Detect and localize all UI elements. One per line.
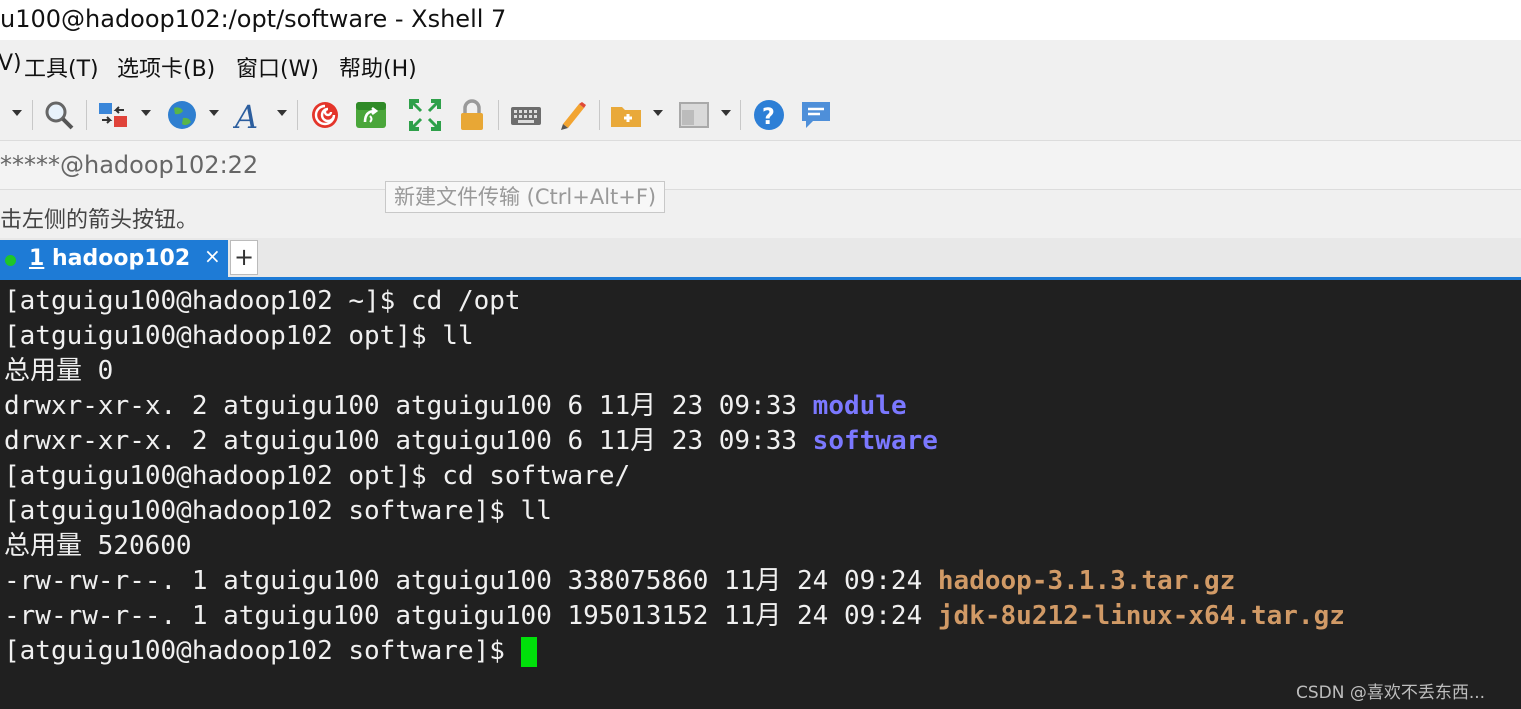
chat-icon[interactable] (799, 98, 833, 132)
svg-text:A: A (233, 98, 258, 132)
new-file-transfer-icon[interactable] (354, 98, 388, 132)
cursor (520, 636, 537, 667)
menu-bar: V) 工具(T) 选项卡(B) 窗口(W) 帮助(H) (0, 40, 1521, 90)
font-dropdown-icon[interactable] (277, 110, 287, 116)
keyboard-icon[interactable] (509, 98, 543, 132)
title-bar: u100@hadoop102:/opt/software - Xshell 7 (0, 0, 1521, 40)
prompt: [atguigu100@hadoop102 software]$ (4, 636, 521, 666)
toolbar-separator (599, 100, 600, 130)
tab-bar: 1 hadoop102 × + (0, 238, 1521, 280)
globe-dropdown-icon[interactable] (209, 110, 219, 116)
terminal-line: drwxr-xr-x. 2 atguigu100 atguigu100 6 11… (4, 389, 907, 424)
fullscreen-icon[interactable] (408, 98, 442, 132)
arrow-dropdown-icon[interactable] (12, 110, 22, 116)
terminal-line: [atguigu100@hadoop102 opt]$ ll (4, 321, 474, 351)
tab-hadoop102[interactable]: 1 hadoop102 × (0, 240, 228, 277)
find-icon[interactable] (42, 98, 76, 132)
terminal-line: [atguigu100@hadoop102 ~]$ cd /opt (4, 286, 521, 316)
toolbar-separator (498, 100, 499, 130)
terminal-line: [atguigu100@hadoop102 software]$ ll (4, 496, 552, 526)
add-tab-button[interactable]: + (230, 240, 258, 275)
session-address: *****@hadoop102:22 (0, 151, 259, 179)
terminal-line: -rw-rw-r--. 1 atguigu100 atguigu100 3380… (4, 564, 1235, 599)
file-info: -rw-rw-r--. 1 atguigu100 atguigu100 1950… (4, 601, 938, 631)
file-info: -rw-rw-r--. 1 atguigu100 atguigu100 3380… (4, 566, 938, 596)
menu-tabs[interactable]: 选项卡(B) (117, 51, 215, 83)
font-icon[interactable]: A (233, 98, 267, 132)
tab-title: hadoop102 (44, 246, 191, 271)
hint-bar: 击左侧的箭头按钮。 (0, 190, 1521, 238)
file-info: drwxr-xr-x. 2 atguigu100 atguigu100 6 11… (4, 391, 813, 421)
layout-icon[interactable] (677, 98, 711, 132)
terminal-prompt-line: [atguigu100@hadoop102 software]$ (4, 634, 537, 669)
hint-text: 击左侧的箭头按钮。 (0, 208, 199, 233)
tooltip: 新建文件传输 (Ctrl+Alt+F) (385, 181, 666, 213)
help-icon[interactable]: ? (752, 98, 786, 132)
terminal[interactable]: [atguigu100@hadoop102 ~]$ cd /opt [atgui… (0, 280, 1521, 709)
directory-name: software (812, 426, 938, 456)
highlight-pen-icon[interactable] (555, 98, 589, 132)
terminal-line: [atguigu100@hadoop102 opt]$ cd software/ (4, 461, 631, 491)
toolbar-separator (86, 100, 87, 130)
toolbar-separator (297, 100, 298, 130)
toolbar: A ? (0, 90, 1521, 247)
globe-icon[interactable] (165, 98, 199, 132)
watermark: CSDN @喜欢不丢东西... (1296, 683, 1486, 703)
menu-help[interactable]: 帮助(H) (339, 51, 417, 83)
directory-name: module (812, 391, 907, 421)
transfer-dropdown-icon[interactable] (141, 110, 151, 116)
close-icon[interactable]: × (204, 244, 221, 268)
terminal-line: -rw-rw-r--. 1 atguigu100 atguigu100 1950… (4, 599, 1345, 634)
window-title: u100@hadoop102:/opt/software - Xshell 7 (0, 5, 507, 33)
terminal-line: 总用量 0 (4, 356, 114, 386)
terminal-line: drwxr-xr-x. 2 atguigu100 atguigu100 6 11… (4, 424, 938, 459)
tab-label: 1 hadoop102 (29, 246, 190, 271)
menu-view[interactable]: V) (0, 51, 22, 76)
archive-name: hadoop-3.1.3.tar.gz (937, 566, 1236, 596)
address-bar[interactable]: *****@hadoop102:22 (0, 140, 1521, 190)
toolbar-separator (740, 100, 741, 130)
connected-status-icon (5, 255, 16, 266)
menu-window[interactable]: 窗口(W) (236, 51, 319, 83)
layout-dropdown-icon[interactable] (721, 110, 731, 116)
lock-icon[interactable] (455, 98, 489, 132)
svg-text:?: ? (762, 105, 775, 130)
folder-dropdown-icon[interactable] (653, 110, 663, 116)
menu-tools[interactable]: 工具(T) (24, 51, 99, 83)
xftp-swirl-icon[interactable] (308, 98, 342, 132)
toolbar-separator (32, 100, 33, 130)
transfer-icon[interactable] (96, 98, 130, 132)
file-info: drwxr-xr-x. 2 atguigu100 atguigu100 6 11… (4, 426, 813, 456)
tab-number: 1 (29, 246, 45, 271)
archive-name: jdk-8u212-linux-x64.tar.gz (937, 601, 1345, 631)
terminal-line: 总用量 520600 (4, 531, 192, 561)
new-folder-icon[interactable] (609, 98, 643, 132)
